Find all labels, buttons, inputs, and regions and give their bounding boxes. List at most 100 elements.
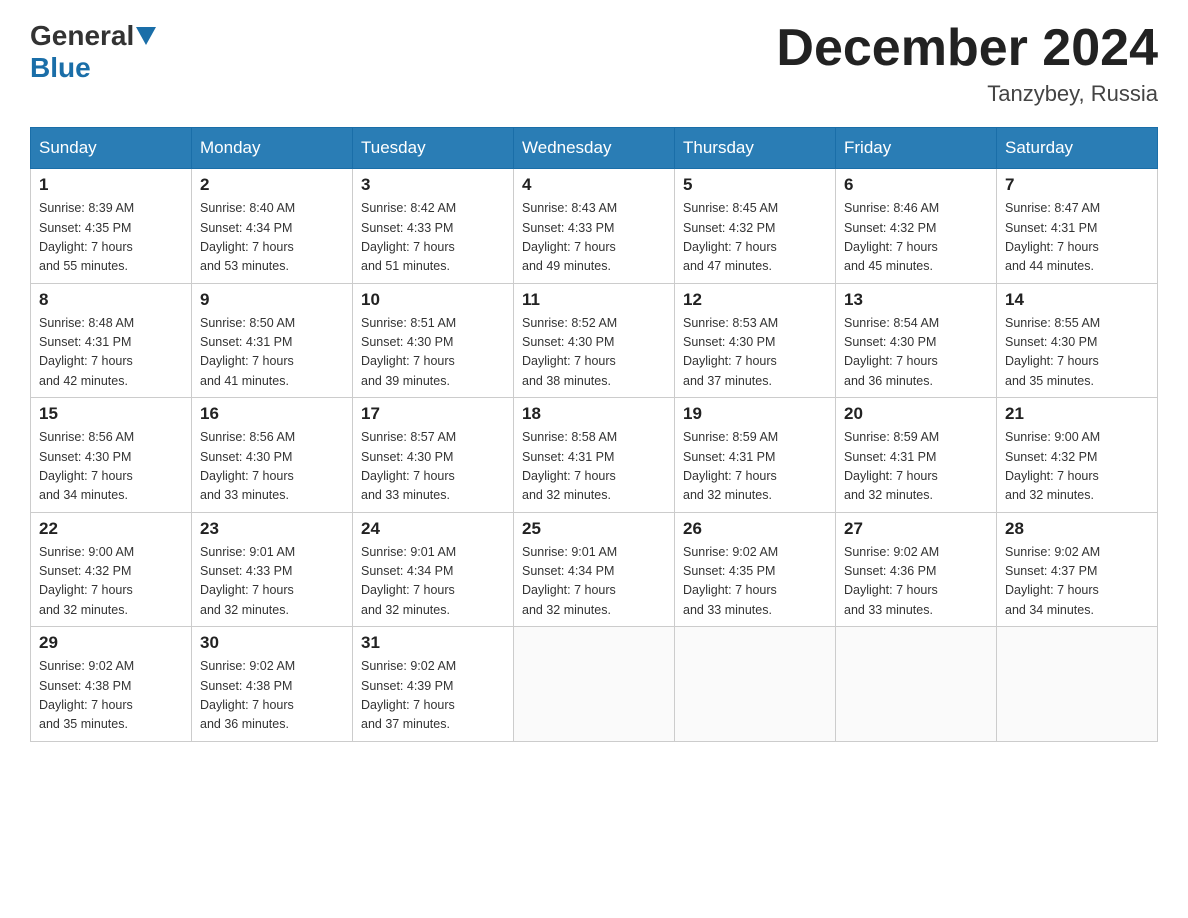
weekday-header-row: SundayMondayTuesdayWednesdayThursdayFrid… — [31, 128, 1158, 169]
calendar-day-cell: 13 Sunrise: 8:54 AMSunset: 4:30 PMDayligh… — [836, 283, 997, 398]
day-info: Sunrise: 8:56 AMSunset: 4:30 PMDaylight:… — [200, 428, 344, 506]
calendar-day-cell: 7Sunrise: 8:47 AMSunset: 4:31 PMDaylight… — [997, 169, 1158, 284]
day-number: 31 — [361, 633, 505, 653]
day-info: Sunrise: 8:46 AMSunset: 4:32 PMDaylight:… — [844, 199, 988, 277]
calendar-day-cell: 22 Sunrise: 9:00 AMSunset: 4:32 PMDayligh… — [31, 512, 192, 627]
calendar-table: SundayMondayTuesdayWednesdayThursdayFrid… — [30, 127, 1158, 742]
day-number: 20 — [844, 404, 988, 424]
calendar-day-cell: 2 Sunrise: 8:40 AMSunset: 4:34 PMDaylight… — [192, 169, 353, 284]
logo: General Blue — [30, 20, 158, 84]
calendar-day-cell: 16 Sunrise: 8:56 AMSunset: 4:30 PMDayligh… — [192, 398, 353, 513]
calendar-day-cell: 25 Sunrise: 9:01 AMSunset: 4:34 PMDayligh… — [514, 512, 675, 627]
calendar-week-row: 22 Sunrise: 9:00 AMSunset: 4:32 PMDayligh… — [31, 512, 1158, 627]
day-info: Sunrise: 8:40 AMSunset: 4:34 PMDaylight:… — [200, 199, 344, 277]
day-number: 10 — [361, 290, 505, 310]
title-section: December 2024 Tanzybey, Russia — [776, 20, 1158, 107]
day-info: Sunrise: 9:00 AMSunset: 4:32 PMDaylight:… — [39, 543, 183, 621]
day-info: Sunrise: 9:01 AMSunset: 4:33 PMDaylight:… — [200, 543, 344, 621]
day-info: Sunrise: 8:51 AMSunset: 4:30 PMDaylight:… — [361, 314, 505, 392]
day-info: Sunrise: 8:57 AMSunset: 4:30 PMDaylight:… — [361, 428, 505, 506]
calendar-day-cell: 19 Sunrise: 8:59 AMSunset: 4:31 PMDayligh… — [675, 398, 836, 513]
calendar-day-cell: 1 Sunrise: 8:39 AMSunset: 4:35 PMDaylight… — [31, 169, 192, 284]
day-info: Sunrise: 9:01 AMSunset: 4:34 PMDaylight:… — [361, 543, 505, 621]
weekday-header-thursday: Thursday — [675, 128, 836, 169]
day-info: Sunrise: 8:43 AMSunset: 4:33 PMDaylight:… — [522, 199, 666, 277]
calendar-day-cell — [997, 627, 1158, 742]
day-info: Sunrise: 8:42 AMSunset: 4:33 PMDaylight:… — [361, 199, 505, 277]
day-info: Sunrise: 8:54 AMSunset: 4:30 PMDaylight:… — [844, 314, 988, 392]
calendar-day-cell: 17 Sunrise: 8:57 AMSunset: 4:30 PMDayligh… — [353, 398, 514, 513]
calendar-week-row: 29 Sunrise: 9:02 AMSunset: 4:38 PMDayligh… — [31, 627, 1158, 742]
day-info: Sunrise: 8:47 AMSunset: 4:31 PMDaylight:… — [1005, 199, 1149, 277]
day-number: 23 — [200, 519, 344, 539]
weekday-header-sunday: Sunday — [31, 128, 192, 169]
weekday-header-monday: Monday — [192, 128, 353, 169]
day-number: 27 — [844, 519, 988, 539]
day-info: Sunrise: 8:59 AMSunset: 4:31 PMDaylight:… — [844, 428, 988, 506]
day-number: 9 — [200, 290, 344, 310]
calendar-day-cell: 30 Sunrise: 9:02 AMSunset: 4:38 PMDayligh… — [192, 627, 353, 742]
day-number: 2 — [200, 175, 344, 195]
calendar-day-cell: 5Sunrise: 8:45 AMSunset: 4:32 PMDaylight… — [675, 169, 836, 284]
day-number: 13 — [844, 290, 988, 310]
month-title: December 2024 — [776, 20, 1158, 77]
day-number: 21 — [1005, 404, 1149, 424]
day-info: Sunrise: 9:02 AMSunset: 4:36 PMDaylight:… — [844, 543, 988, 621]
day-info: Sunrise: 9:02 AMSunset: 4:38 PMDaylight:… — [200, 657, 344, 735]
day-number: 16 — [200, 404, 344, 424]
calendar-day-cell: 14Sunrise: 8:55 AMSunset: 4:30 PMDayligh… — [997, 283, 1158, 398]
day-number: 24 — [361, 519, 505, 539]
weekday-header-wednesday: Wednesday — [514, 128, 675, 169]
calendar-day-cell: 9 Sunrise: 8:50 AMSunset: 4:31 PMDaylight… — [192, 283, 353, 398]
day-number: 26 — [683, 519, 827, 539]
logo-general-text: General — [30, 20, 134, 52]
day-info: Sunrise: 8:45 AMSunset: 4:32 PMDaylight:… — [683, 199, 827, 277]
day-info: Sunrise: 8:59 AMSunset: 4:31 PMDaylight:… — [683, 428, 827, 506]
day-info: Sunrise: 8:50 AMSunset: 4:31 PMDaylight:… — [200, 314, 344, 392]
day-number: 17 — [361, 404, 505, 424]
calendar-day-cell: 23 Sunrise: 9:01 AMSunset: 4:33 PMDayligh… — [192, 512, 353, 627]
calendar-day-cell: 24 Sunrise: 9:01 AMSunset: 4:34 PMDayligh… — [353, 512, 514, 627]
day-info: Sunrise: 9:02 AMSunset: 4:38 PMDaylight:… — [39, 657, 183, 735]
day-info: Sunrise: 8:48 AMSunset: 4:31 PMDaylight:… — [39, 314, 183, 392]
day-number: 11 — [522, 290, 666, 310]
calendar-week-row: 1 Sunrise: 8:39 AMSunset: 4:35 PMDaylight… — [31, 169, 1158, 284]
day-number: 30 — [200, 633, 344, 653]
calendar-day-cell: 4Sunrise: 8:43 AMSunset: 4:33 PMDaylight… — [514, 169, 675, 284]
day-number: 1 — [39, 175, 183, 195]
day-number: 6 — [844, 175, 988, 195]
day-info: Sunrise: 9:00 AMSunset: 4:32 PMDaylight:… — [1005, 428, 1149, 506]
calendar-day-cell: 27 Sunrise: 9:02 AMSunset: 4:36 PMDayligh… — [836, 512, 997, 627]
day-info: Sunrise: 9:01 AMSunset: 4:34 PMDaylight:… — [522, 543, 666, 621]
day-number: 3 — [361, 175, 505, 195]
weekday-header-tuesday: Tuesday — [353, 128, 514, 169]
calendar-day-cell — [675, 627, 836, 742]
calendar-day-cell — [836, 627, 997, 742]
calendar-day-cell: 8Sunrise: 8:48 AMSunset: 4:31 PMDaylight… — [31, 283, 192, 398]
logo-triangle-icon — [136, 27, 156, 45]
day-number: 28 — [1005, 519, 1149, 539]
day-number: 29 — [39, 633, 183, 653]
calendar-week-row: 15 Sunrise: 8:56 AMSunset: 4:30 PMDayligh… — [31, 398, 1158, 513]
calendar-day-cell: 28Sunrise: 9:02 AMSunset: 4:37 PMDayligh… — [997, 512, 1158, 627]
day-number: 25 — [522, 519, 666, 539]
day-info: Sunrise: 9:02 AMSunset: 4:35 PMDaylight:… — [683, 543, 827, 621]
day-info: Sunrise: 8:58 AMSunset: 4:31 PMDaylight:… — [522, 428, 666, 506]
calendar-day-cell: 11 Sunrise: 8:52 AMSunset: 4:30 PMDayligh… — [514, 283, 675, 398]
weekday-header-saturday: Saturday — [997, 128, 1158, 169]
day-info: Sunrise: 8:39 AMSunset: 4:35 PMDaylight:… — [39, 199, 183, 277]
calendar-week-row: 8Sunrise: 8:48 AMSunset: 4:31 PMDaylight… — [31, 283, 1158, 398]
day-info: Sunrise: 8:56 AMSunset: 4:30 PMDaylight:… — [39, 428, 183, 506]
day-number: 22 — [39, 519, 183, 539]
day-info: Sunrise: 9:02 AMSunset: 4:39 PMDaylight:… — [361, 657, 505, 735]
calendar-day-cell: 10 Sunrise: 8:51 AMSunset: 4:30 PMDayligh… — [353, 283, 514, 398]
day-info: Sunrise: 8:52 AMSunset: 4:30 PMDaylight:… — [522, 314, 666, 392]
calendar-day-cell — [514, 627, 675, 742]
calendar-day-cell: 15 Sunrise: 8:56 AMSunset: 4:30 PMDayligh… — [31, 398, 192, 513]
calendar-day-cell: 21 Sunrise: 9:00 AMSunset: 4:32 PMDayligh… — [997, 398, 1158, 513]
day-number: 15 — [39, 404, 183, 424]
page-header: General Blue December 2024 Tanzybey, Rus… — [30, 20, 1158, 107]
logo-blue-text: Blue — [30, 52, 91, 84]
location-label: Tanzybey, Russia — [776, 81, 1158, 107]
day-number: 19 — [683, 404, 827, 424]
